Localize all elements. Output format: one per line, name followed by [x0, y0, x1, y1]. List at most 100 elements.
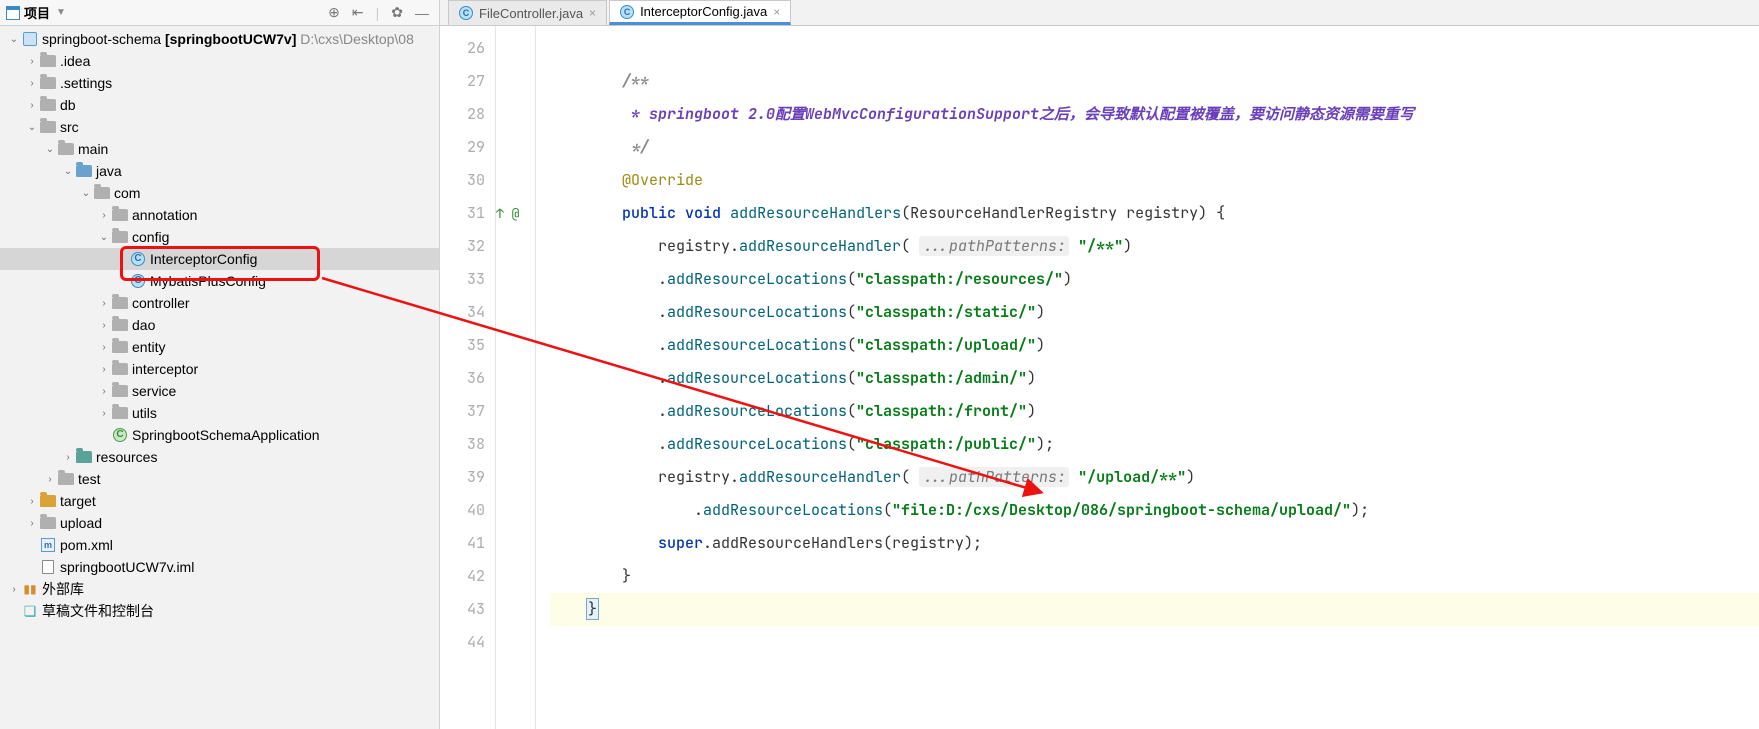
editor-tab[interactable]: CInterceptorConfig.java×	[609, 0, 791, 25]
tree-item-dao[interactable]: › dao	[0, 314, 439, 336]
tree-item-java[interactable]: ⌄java	[0, 160, 439, 182]
tree-item-upload[interactable]: › upload	[0, 512, 439, 534]
chevron-right-icon[interactable]: ›	[6, 584, 22, 595]
project-panel-title[interactable]: 项目	[24, 3, 50, 22]
folder-icon	[40, 53, 56, 69]
java-class-icon: C	[130, 273, 146, 289]
chevron-right-icon[interactable]: ›	[96, 408, 112, 419]
chevron-right-icon[interactable]: ›	[96, 320, 112, 331]
chevron-right-icon[interactable]: ›	[24, 78, 40, 89]
folder-icon	[40, 119, 56, 135]
tree-item-label: dao	[132, 317, 155, 333]
tree-item-controller[interactable]: ›controller	[0, 292, 439, 314]
tree-item-label: utils	[132, 405, 157, 421]
tree-item-root[interactable]: ⌄ springboot-schema [springbootUCW7v] D:\…	[0, 28, 439, 50]
close-icon[interactable]: ×	[773, 5, 780, 19]
editor-tab[interactable]: CFileController.java×	[448, 0, 607, 25]
project-panel: 项目 ▼ ⊕ ⇤ | ✿ — ⌄ springboot-schema [sprin…	[0, 0, 440, 729]
tree-item-annotation[interactable]: › annotation	[0, 204, 439, 226]
chevron-right-icon[interactable]: ›	[60, 452, 76, 463]
tree-item-utils[interactable]: › utils	[0, 402, 439, 424]
chevron-down-icon[interactable]: ⌄	[96, 232, 112, 243]
tree-item-db[interactable]: ›db	[0, 94, 439, 116]
tree-item-resources[interactable]: › resources	[0, 446, 439, 468]
tree-item-mybatisplusconfig[interactable]: ·CMybatisPlusConfig	[0, 270, 439, 292]
divider-icon: |	[372, 5, 384, 21]
tree-item-config[interactable]: ⌄config	[0, 226, 439, 248]
tree-item-label: InterceptorConfig	[150, 251, 257, 267]
chevron-down-icon[interactable]: ⌄	[24, 122, 40, 133]
java-class-icon: C	[130, 251, 146, 267]
override-gutter-icon[interactable]: ↑ @	[496, 197, 535, 230]
editor-tabbar: CFileController.java×C InterceptorConfig.…	[440, 0, 1759, 26]
tree-item-label: com	[114, 185, 140, 201]
library-icon: ▮▮	[22, 581, 38, 597]
tree-item-iml[interactable]: ·springbootUCW7v.iml	[0, 556, 439, 578]
tab-label: InterceptorConfig.java	[640, 4, 767, 19]
chevron-right-icon[interactable]: ›	[96, 364, 112, 375]
chevron-down-icon[interactable]: ⌄	[60, 166, 76, 177]
editor-pane: CFileController.java×C InterceptorConfig.…	[440, 0, 1759, 729]
tree-item-scratch[interactable]: ·❏草稿文件和控制台	[0, 600, 439, 622]
folder-icon	[40, 515, 56, 531]
tree-item-target[interactable]: ›target	[0, 490, 439, 512]
spring-class-icon: C	[112, 427, 128, 443]
chevron-right-icon[interactable]: ›	[96, 210, 112, 221]
tree-item-entity[interactable]: ›entity	[0, 336, 439, 358]
tree-item-pom[interactable]: ·mpom.xml	[0, 534, 439, 556]
folder-icon	[112, 207, 128, 223]
tree-item-label: 外部库	[42, 579, 84, 599]
tree-item-idea[interactable]: ›.idea	[0, 50, 439, 72]
chevron-down-icon[interactable]: ▼	[56, 7, 66, 18]
chevron-right-icon[interactable]: ›	[96, 386, 112, 397]
chevron-right-icon[interactable]: ›	[96, 342, 112, 353]
tree-item-springapp[interactable]: ·CSpringbootSchemaApplication	[0, 424, 439, 446]
tree-item-label: .settings	[60, 75, 112, 91]
chevron-right-icon[interactable]: ›	[42, 474, 58, 485]
chevron-right-icon[interactable]: ›	[24, 56, 40, 67]
java-class-icon: C	[459, 6, 473, 20]
tree-item-label: service	[132, 383, 176, 399]
tree-item-test[interactable]: ›test	[0, 468, 439, 490]
file-icon	[40, 559, 56, 575]
close-icon[interactable]: ×	[589, 6, 596, 20]
tree-item-label: MybatisPlusConfig	[150, 273, 266, 289]
tree-item-label: springboot-schema [springbootUCW7v] D:\c…	[42, 31, 414, 47]
tree-item-src[interactable]: ⌄src	[0, 116, 439, 138]
tree-item-interceptorconfig[interactable]: ·CInterceptorConfig	[0, 248, 439, 270]
excluded-folder-icon	[40, 493, 56, 509]
tree-item-label: SpringbootSchemaApplication	[132, 427, 320, 443]
tree-item-settings[interactable]: › .settings	[0, 72, 439, 94]
module-icon	[22, 31, 38, 47]
project-panel-header: 项目 ▼ ⊕ ⇤ | ✿ —	[0, 0, 439, 26]
tree-item-label: annotation	[132, 207, 197, 223]
tree-item-service[interactable]: › service	[0, 380, 439, 402]
chevron-down-icon[interactable]: ⌄	[78, 188, 94, 199]
tree-item-label: upload	[60, 515, 102, 531]
chevron-right-icon[interactable]: ›	[96, 298, 112, 309]
folder-icon	[112, 339, 128, 355]
chevron-right-icon[interactable]: ›	[24, 496, 40, 507]
tree-item-interceptor[interactable]: ›interceptor	[0, 358, 439, 380]
tree-item-label: main	[78, 141, 108, 157]
code-area[interactable]: /** * springboot 2.0配置WebMvcConfiguratio…	[536, 26, 1759, 729]
folder-icon	[112, 295, 128, 311]
chevron-right-icon[interactable]: ›	[24, 518, 40, 529]
project-tree[interactable]: ⌄ springboot-schema [springbootUCW7v] D:\…	[0, 26, 439, 729]
maven-icon: m	[40, 537, 56, 553]
target-icon[interactable]: ⊕	[324, 4, 344, 21]
resources-folder-icon	[76, 449, 92, 465]
folder-icon	[112, 405, 128, 421]
chevron-down-icon[interactable]: ⌄	[42, 144, 58, 155]
chevron-right-icon[interactable]: ›	[24, 100, 40, 111]
tree-item-label: resources	[96, 449, 157, 465]
hide-icon[interactable]: —	[411, 5, 433, 21]
tree-item-label: springbootUCW7v.iml	[60, 559, 194, 575]
tree-item-extlib[interactable]: ›▮▮外部库	[0, 578, 439, 600]
gear-icon[interactable]: ✿	[387, 4, 407, 21]
folder-icon	[58, 141, 74, 157]
collapse-icon[interactable]: ⇤	[348, 4, 368, 21]
tree-item-main[interactable]: ⌄ main	[0, 138, 439, 160]
tree-item-com[interactable]: ⌄ com	[0, 182, 439, 204]
chevron-down-icon[interactable]: ⌄	[6, 34, 22, 45]
